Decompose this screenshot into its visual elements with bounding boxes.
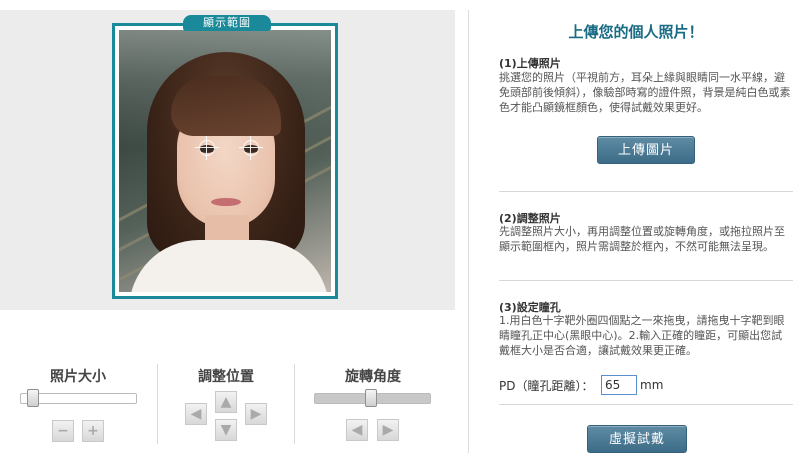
arrow-up-icon: ▲: [220, 394, 232, 410]
arrow-right-icon: ▶: [250, 406, 262, 422]
arrow-down-icon: ▼: [220, 422, 232, 438]
photo-size-slider[interactable]: [20, 389, 137, 407]
rotate-left-icon: ◀: [351, 422, 363, 438]
pd-label: PD（瞳孔距離）：: [499, 379, 594, 393]
move-right-button[interactable]: ▶: [245, 403, 267, 425]
move-left-button[interactable]: ◀: [185, 403, 207, 425]
display-range-tag: 顯示範圍: [183, 15, 271, 31]
zoom-out-button[interactable]: −: [52, 420, 74, 442]
photo-size-slider-thumb[interactable]: [27, 389, 39, 407]
section-divider: [499, 404, 793, 405]
pupil-crosshair-left[interactable]: [195, 136, 219, 160]
move-up-button[interactable]: ▲: [215, 391, 237, 413]
section2-body: 先調整照片大小，再用調整位置或旋轉角度，或拖拉照片至顯示範圍框內，照片需調整於框…: [499, 225, 785, 253]
photo-size-title: 照片大小: [50, 369, 106, 385]
section1-body: 挑選您的照片（平視前方，耳朵上緣與眼睛同一水平線，避免頭部前後傾斜），像驗部時寫…: [499, 71, 791, 114]
rotate-right-button[interactable]: ▶: [377, 419, 399, 441]
plus-icon: +: [87, 423, 99, 439]
rotate-left-button[interactable]: ◀: [346, 419, 368, 441]
section-divider: [499, 280, 793, 281]
photo-lips: [211, 198, 241, 206]
rotate-slider-thumb[interactable]: [365, 389, 377, 407]
pd-unit: mm: [640, 378, 664, 392]
user-photo[interactable]: [119, 30, 331, 292]
arrow-left-icon: ◀: [190, 406, 202, 422]
page-title: 上傳您的個人照片！: [568, 23, 704, 41]
pd-input[interactable]: [601, 375, 637, 395]
section1-title: (1)上傳照片: [499, 57, 561, 70]
minus-icon: −: [57, 423, 69, 439]
upload-photo-button[interactable]: 上傳圖片: [597, 136, 695, 164]
move-down-button[interactable]: ▼: [215, 419, 237, 441]
section-divider: [499, 191, 793, 192]
display-range-frame[interactable]: [112, 23, 338, 299]
rotate-title: 旋轉角度: [345, 369, 401, 385]
section3-body: 1.用白色十字靶外圈四個點之一來拖曳，請拖曳十字靶到眼睛瞳孔正中心(黑眼中心)。…: [499, 314, 785, 357]
divider: [294, 364, 295, 444]
position-title: 調整位置: [198, 369, 254, 385]
pupil-crosshair-right[interactable]: [239, 136, 263, 160]
virtual-try-on-button[interactable]: 虛擬試戴: [587, 425, 687, 453]
panel-divider: [468, 10, 469, 453]
zoom-in-button[interactable]: +: [82, 420, 104, 442]
rotate-right-icon: ▶: [382, 422, 394, 438]
rotate-slider[interactable]: [314, 389, 431, 407]
divider: [157, 364, 158, 444]
